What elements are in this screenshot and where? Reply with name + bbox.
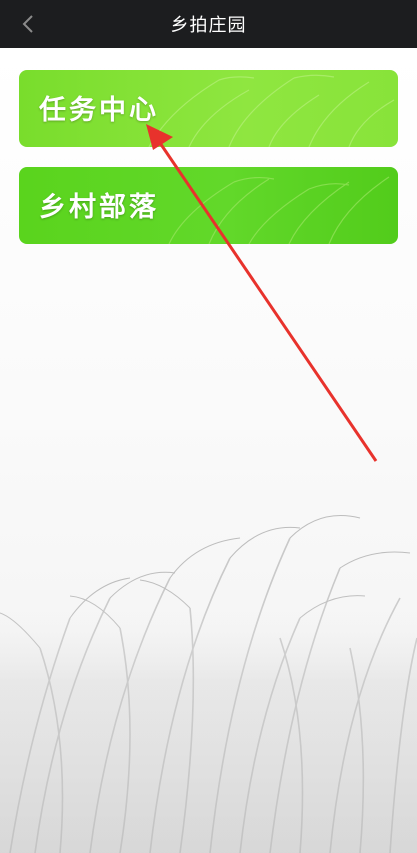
grass-background-image xyxy=(0,515,417,853)
task-center-button[interactable]: 任务中心 xyxy=(19,70,398,147)
content-area: 任务中心 乡村部落 xyxy=(0,48,417,853)
title-bar: 乡拍庄园 xyxy=(0,0,417,48)
village-tribe-button[interactable]: 乡村部落 xyxy=(19,167,398,244)
task-center-label: 任务中心 xyxy=(39,95,159,126)
chevron-left-icon xyxy=(22,15,33,33)
village-tribe-label: 乡村部落 xyxy=(39,192,159,223)
page-title: 乡拍庄园 xyxy=(170,15,247,36)
back-button[interactable] xyxy=(14,10,42,38)
